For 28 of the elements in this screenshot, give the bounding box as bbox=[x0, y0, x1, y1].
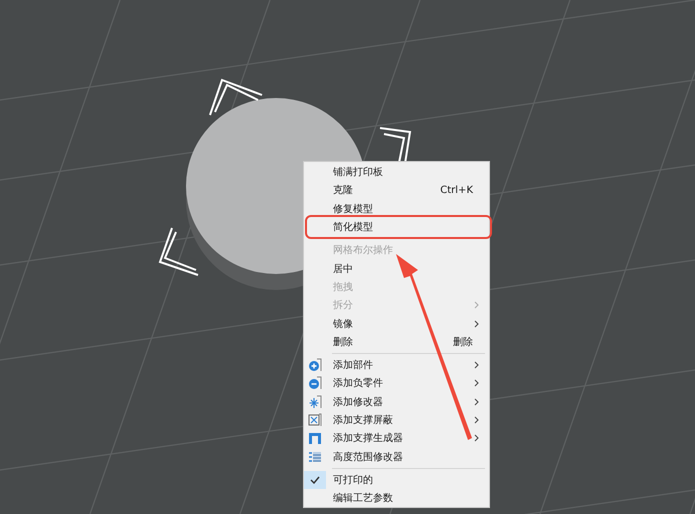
support-columns-icon bbox=[308, 431, 322, 446]
chevron-right-icon bbox=[474, 398, 479, 406]
menu-item[interactable]: 添加修改器 bbox=[304, 392, 489, 411]
chevron-right-icon bbox=[474, 434, 479, 442]
menu-item[interactable]: 添加支撑屏蔽 bbox=[304, 410, 489, 430]
chevron-right-icon bbox=[474, 301, 479, 310]
menu-item[interactable]: 编辑工艺参数 bbox=[304, 489, 489, 508]
menu-item[interactable]: 高度范围修改器 bbox=[304, 447, 489, 466]
menu-item[interactable]: 铺满打印板 bbox=[304, 163, 489, 182]
menu-item[interactable]: 可打印的 bbox=[304, 470, 489, 490]
asterisk-icon bbox=[308, 394, 322, 409]
menu-item[interactable]: 镜像 bbox=[304, 314, 489, 333]
menu-item[interactable]: 修复模型 bbox=[304, 200, 489, 218]
chevron-right-icon bbox=[474, 320, 479, 328]
menu-item[interactable]: 删除 删除 bbox=[304, 332, 489, 351]
chevron-right-icon bbox=[474, 361, 479, 370]
menu-item[interactable]: 克隆 Ctrl+K bbox=[304, 181, 489, 200]
menu-item[interactable]: 添加支撑生成器 bbox=[304, 429, 489, 448]
remove-part-icon bbox=[308, 376, 322, 390]
add-part-icon bbox=[308, 358, 322, 372]
blocked-square-icon bbox=[308, 413, 322, 427]
menu-item[interactable]: 简化模型 bbox=[308, 218, 489, 236]
chevron-right-icon bbox=[474, 379, 479, 388]
menu-item[interactable]: 添加负零件 bbox=[304, 374, 489, 393]
menu-item[interactable]: 居中 bbox=[304, 259, 489, 278]
menu-item[interactable]: 添加部件 bbox=[304, 356, 489, 374]
layers-icon bbox=[308, 450, 322, 464]
chevron-right-icon bbox=[474, 416, 479, 424]
